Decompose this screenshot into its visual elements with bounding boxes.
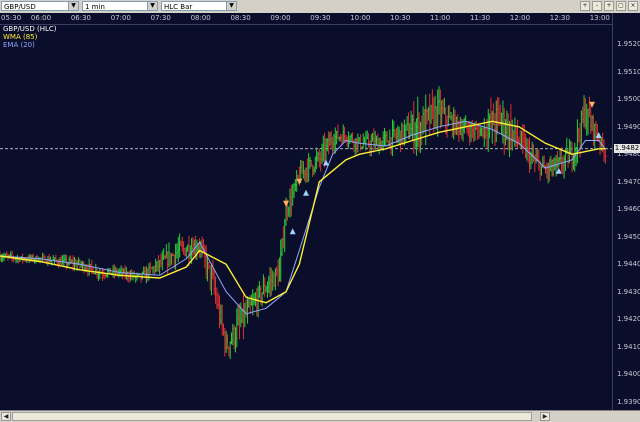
- x-tick-label: 08:00: [190, 14, 211, 22]
- x-tick-label: 13:00: [589, 14, 610, 22]
- x-tick-label: 11:00: [430, 14, 451, 22]
- y-tick-label: 1.9480: [617, 150, 640, 159]
- x-tick-label: 12:00: [509, 14, 531, 22]
- ema-line: [0, 120, 606, 315]
- x-tick-label: 07:30: [150, 14, 171, 22]
- y-tick-label: 1.9400: [617, 370, 640, 379]
- zoom-in-icon[interactable]: +: [580, 1, 590, 11]
- x-tick-label: 08:30: [230, 14, 251, 22]
- scroll-right-icon[interactable]: ▶: [540, 412, 550, 421]
- y-tick-label: 1.9450: [617, 232, 640, 241]
- chevron-down-icon[interactable]: ▼: [226, 2, 236, 10]
- x-tick-label: 05:30: [1, 14, 22, 22]
- x-tick-label: 12:30: [549, 14, 570, 22]
- buy-arrow-icon: [595, 132, 602, 138]
- y-tick-label: 1.9430: [617, 287, 640, 296]
- y-tick-label: 1.9460: [617, 205, 640, 214]
- chevron-down-icon[interactable]: ▼: [147, 2, 157, 10]
- chevron-down-icon[interactable]: ▼: [68, 2, 78, 10]
- sell-arrow-icon: [296, 178, 303, 185]
- chart-style-select-value: HLC Bar: [164, 3, 193, 11]
- buy-arrow-icon: [555, 167, 562, 174]
- legend-entry: WMA (85): [3, 33, 38, 41]
- legend-entry: EMA (20): [3, 41, 35, 49]
- chart-style-select[interactable]: HLC Bar ▼: [161, 1, 237, 11]
- horizontal-scrollbar[interactable]: ◀ ▶: [0, 410, 640, 422]
- zoom-out-icon[interactable]: -: [592, 1, 602, 11]
- symbol-select[interactable]: GBP/USD ▼: [1, 1, 79, 11]
- scroll-left-icon[interactable]: ◀: [1, 412, 11, 421]
- x-tick-label: 06:30: [70, 14, 91, 22]
- buy-arrow-icon: [303, 189, 309, 196]
- y-tick-label: 1.9520: [617, 40, 640, 49]
- y-tick-label: 1.9470: [617, 177, 640, 186]
- x-tick-label: 07:00: [110, 14, 131, 22]
- chart-toolbar: GBP/USD ▼ 1 min ▼ HLC Bar ▼ + - + ▢ ×: [0, 0, 640, 14]
- x-tick-label: 06:00: [30, 14, 52, 22]
- x-tick-label: 11:30: [469, 14, 491, 22]
- price-chart-canvas[interactable]: [0, 25, 612, 410]
- interval-select-value: 1 min: [85, 3, 105, 11]
- chart-legend: GBP/USD (HLC) WMA (85) EMA (20): [3, 25, 57, 49]
- time-axis: 05:30 06:00 06:30 07:00 07:30 08:00 08:30 09:00…: [0, 13, 612, 25]
- sell-arrow-icon: [283, 200, 290, 207]
- crosshair-icon[interactable]: +: [604, 1, 614, 11]
- interval-select[interactable]: 1 min ▼: [82, 1, 158, 11]
- y-tick-label: 1.9500: [617, 95, 640, 104]
- y-tick-label: 1.9410: [617, 342, 640, 351]
- y-tick-label: 1.9390: [617, 397, 640, 406]
- sell-arrow-icon: [589, 101, 596, 108]
- buy-arrow-icon: [322, 159, 329, 166]
- x-tick-label: 10:30: [390, 14, 411, 22]
- restore-icon[interactable]: ▢: [616, 1, 626, 11]
- y-tick-label: 1.9490: [617, 122, 640, 131]
- scroll-thumb[interactable]: [12, 412, 532, 421]
- y-tick-label: 1.9420: [617, 315, 640, 324]
- buy-arrow-icon: [289, 228, 296, 235]
- y-tick-label: 1.9510: [617, 67, 640, 76]
- y-tick-label: 1.9440: [617, 260, 640, 269]
- price-chart[interactable]: [0, 25, 612, 410]
- symbol-select-value: GBP/USD: [4, 3, 36, 11]
- legend-entry: GBP/USD (HLC): [3, 25, 57, 33]
- x-tick-label: 10:00: [350, 14, 371, 22]
- x-tick-label: 09:00: [270, 14, 291, 22]
- price-axis: 1.9482 1.9520 1.9510 1.9500 1.9490 1.9480 1.9…: [612, 13, 640, 410]
- x-tick-label: 09:30: [310, 14, 331, 22]
- close-icon[interactable]: ×: [628, 1, 638, 11]
